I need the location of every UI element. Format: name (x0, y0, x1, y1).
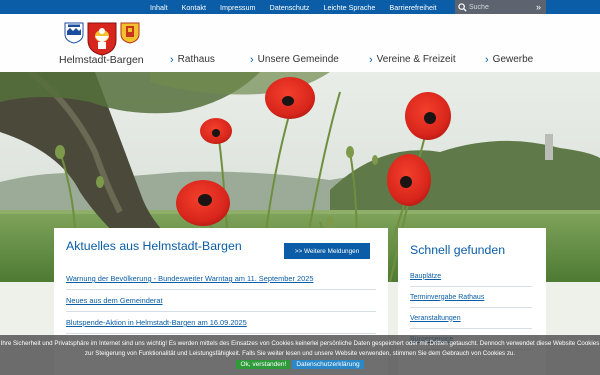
search-input[interactable] (469, 1, 531, 13)
news-title: Aktuelles aus Helmstadt-Bargen (66, 239, 242, 253)
news-list: Warnung der Bevölkerung - Bundesweiter W… (66, 268, 376, 334)
main-nav: › Rathaus › Unsere Gemeinde › Vereine & … (0, 54, 600, 68)
nav-item-label: Vereine & Freizeit (376, 54, 456, 65)
nav-item-label: Gewerbe (492, 54, 534, 65)
utility-link-datenschutz[interactable]: Datenschutz (270, 3, 310, 12)
quick-links-title: Schnell gefunden (410, 243, 506, 257)
utility-link-barrierefreiheit[interactable]: Barrierefreiheit (389, 3, 436, 12)
coat-of-arms-center (87, 22, 117, 56)
news-item-gemeinderat[interactable]: Neues aus dem Gemeinderat (66, 290, 376, 312)
cookie-banner: Ihre Sicherheit und Privatsphäre im Inte… (0, 335, 600, 375)
utility-link-impressum[interactable]: Impressum (220, 3, 256, 12)
search-box: » (455, 0, 546, 14)
news-item-blutspende[interactable]: Blutspende-Aktion in Helmstadt-Bargen am… (66, 312, 376, 334)
coat-of-arms-right (120, 22, 140, 44)
chevron-right-icon: › (170, 53, 174, 66)
quick-link-veranstaltungen[interactable]: Veranstaltungen (410, 308, 532, 329)
double-chevron-right-icon[interactable]: » (531, 0, 546, 14)
utility-link-inhalt[interactable]: Inhalt (150, 3, 168, 12)
quick-link-bauplaetze[interactable]: Bauplätze (410, 266, 532, 287)
magnifier-icon (455, 0, 469, 14)
utility-nav: Inhalt Kontakt Impressum Datenschutz Lei… (150, 0, 451, 14)
utility-link-kontakt[interactable]: Kontakt (182, 3, 206, 12)
nav-item-rathaus[interactable]: › Rathaus (170, 54, 215, 65)
nav-item-vereine-freizeit[interactable]: › Vereine & Freizeit (369, 54, 456, 65)
quick-link-terminvergabe[interactable]: Terminvergabe Rathaus (410, 287, 532, 308)
cookie-buttons: Ok, verstanden! Datenschutzerklärung (0, 360, 600, 369)
more-news-button[interactable]: >> Weitere Meldungen (284, 243, 370, 259)
cookie-text: Ihre Sicherheit und Privatsphäre im Inte… (0, 340, 600, 357)
site-header: Helmstadt-Bargen › Rathaus › Unsere Geme… (0, 14, 600, 72)
top-utility-bar: Inhalt Kontakt Impressum Datenschutz Lei… (0, 0, 600, 14)
coat-of-arms-left (64, 22, 84, 44)
news-item-warntag[interactable]: Warnung der Bevölkerung - Bundesweiter W… (66, 268, 376, 290)
coat-of-arms-group[interactable] (64, 22, 143, 56)
nav-item-label: Unsere Gemeinde (257, 54, 339, 65)
utility-link-leichte-sprache[interactable]: Leichte Sprache (323, 3, 375, 12)
privacy-policy-button[interactable]: Datenschutzerklärung (292, 360, 364, 369)
nav-item-label: Rathaus (177, 54, 215, 65)
chevron-right-icon: › (485, 53, 489, 66)
chevron-right-icon: › (250, 53, 254, 66)
nav-item-unsere-gemeinde[interactable]: › Unsere Gemeinde (250, 54, 339, 65)
cookie-accept-button[interactable]: Ok, verstanden! (236, 360, 291, 369)
chevron-right-icon: › (369, 53, 373, 66)
nav-item-gewerbe[interactable]: › Gewerbe (485, 54, 533, 65)
